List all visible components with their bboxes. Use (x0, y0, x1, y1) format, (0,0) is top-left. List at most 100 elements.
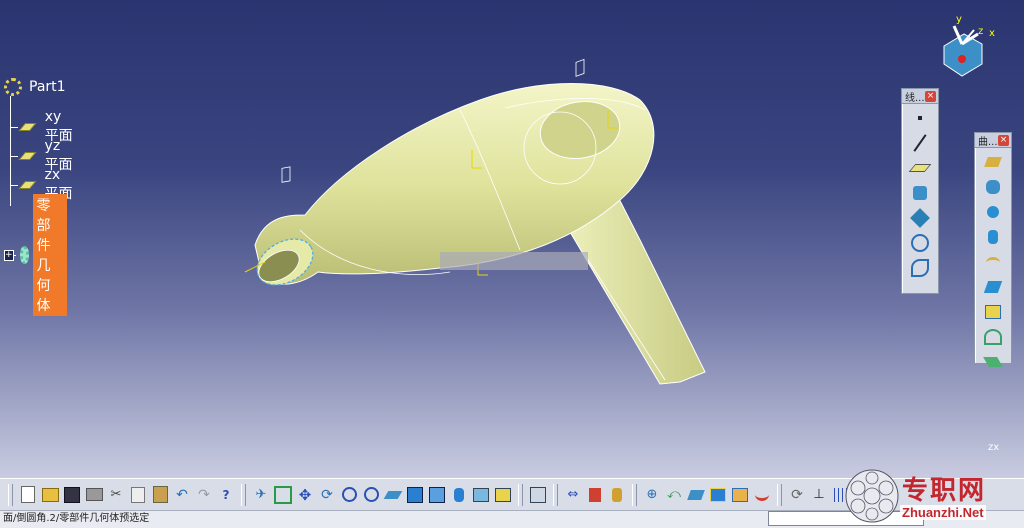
tree-item-part-body[interactable]: + 零部件几何体 (4, 194, 67, 316)
fly-mode-button[interactable]: ✈ (251, 485, 271, 505)
help-button[interactable]: ? (216, 485, 236, 505)
extrude-surface-button[interactable] (982, 151, 1004, 173)
paste-button[interactable] (150, 485, 170, 505)
iso-view-button[interactable] (427, 485, 447, 505)
new-file-button[interactable] (18, 485, 38, 505)
tree-branch (10, 155, 19, 157)
measure-between-button[interactable]: ⇔ (563, 485, 583, 505)
toolbar-grip[interactable] (777, 483, 782, 506)
scan-button[interactable] (528, 485, 548, 505)
circle-tool-button[interactable] (909, 232, 931, 254)
scissors-icon: ✂ (110, 487, 122, 502)
new-file-icon (21, 486, 35, 503)
zoom-out-button[interactable] (361, 485, 381, 505)
tree-branch (10, 126, 19, 128)
toolbar-title: 线... (905, 92, 925, 104)
hide-show-button[interactable] (471, 485, 491, 505)
undo-icon: ↶ (176, 486, 188, 503)
compass-widget[interactable]: y z x (934, 14, 1004, 84)
offset-surface-button[interactable] (982, 251, 1004, 273)
swap-space-icon (495, 487, 511, 502)
inertia-button[interactable] (607, 485, 627, 505)
update-button[interactable]: ⟳ (787, 485, 807, 505)
status-message: 面/倒圆角.2/零部件几何体预选定 (3, 513, 150, 524)
intersection-tool-button[interactable] (909, 207, 931, 229)
scan-icon (530, 486, 546, 503)
close-icon[interactable]: × (925, 90, 936, 102)
plane-tool-button[interactable] (908, 157, 932, 179)
toolbar-grip[interactable] (241, 483, 246, 506)
trim-button[interactable]: ⤺ (664, 485, 684, 505)
swap-space-button[interactable] (493, 485, 513, 505)
boundary-button[interactable] (708, 485, 728, 505)
fill-surface-button[interactable] (982, 301, 1004, 323)
tree-root[interactable]: Part1 (4, 78, 69, 96)
toolbar-grip[interactable] (8, 483, 13, 506)
compass-z-label: z (978, 26, 984, 37)
cylinder-surface-button[interactable] (982, 226, 1004, 248)
print-button[interactable] (84, 485, 104, 505)
undo-button[interactable]: ↶ (172, 485, 192, 505)
fillet-button[interactable] (752, 485, 772, 505)
toolbar-header[interactable]: 线... × (902, 89, 938, 104)
line-tool-button[interactable] (909, 132, 931, 154)
surfaces-toolbar[interactable]: 曲... × (974, 132, 1012, 367)
line-icon (913, 134, 927, 152)
printer-icon (85, 488, 103, 501)
rotate-icon: ⟳ (321, 486, 333, 503)
sphere-surface-button[interactable] (982, 201, 1004, 223)
blend-icon (983, 357, 1003, 367)
hair-dryer-model[interactable] (0, 0, 1024, 478)
axis-system-button[interactable]: ⊥ (809, 485, 829, 505)
inertia-icon (612, 487, 622, 502)
help-icon: ? (222, 487, 230, 502)
update-icon: ⟳ (791, 486, 803, 503)
split-button[interactable] (686, 485, 706, 505)
iso-view-icon (429, 486, 445, 503)
view-axis-indicator: zx (988, 442, 999, 453)
blend-surface-button[interactable] (982, 351, 1004, 373)
extract-icon (732, 487, 748, 502)
projection-tool-button[interactable] (909, 182, 931, 204)
tree-item-label[interactable]: 零部件几何体 (33, 194, 67, 316)
sweep-surface-button[interactable] (982, 276, 1004, 298)
save-button[interactable] (62, 485, 82, 505)
normal-view-button[interactable] (383, 485, 403, 505)
close-icon[interactable]: × (998, 134, 1009, 146)
extract-button[interactable] (730, 485, 750, 505)
toolbar-title: 曲... (978, 136, 998, 148)
zoom-in-button[interactable] (339, 485, 359, 505)
watermark-text-cn: 专职网 (902, 476, 987, 506)
save-icon (64, 486, 80, 503)
revolve-surface-button[interactable] (982, 176, 1004, 198)
tree-root-label[interactable]: Part1 (26, 78, 69, 96)
fit-all-button[interactable] (273, 485, 293, 505)
pan-button[interactable]: ✥ (295, 485, 315, 505)
toolbar-grip[interactable] (518, 483, 523, 506)
measure-item-button[interactable] (585, 485, 605, 505)
toolbar-header[interactable]: 曲... × (975, 133, 1011, 148)
multisection-surface-button[interactable] (982, 326, 1004, 348)
expand-icon[interactable]: + (4, 249, 14, 261)
multi-view-button[interactable] (405, 485, 425, 505)
spline-tool-button[interactable] (909, 257, 931, 279)
zoom-out-icon (363, 487, 379, 502)
3d-viewport[interactable]: Part1 xy 平面 yz 平面 zx 平面 + 零部件几何体 (0, 0, 1024, 478)
plane-tool-icon (908, 164, 932, 172)
join-button[interactable]: ⊕ (642, 485, 662, 505)
body-gear-icon (19, 246, 30, 264)
fly-icon: ✈ (255, 487, 267, 502)
copy-button[interactable] (128, 485, 148, 505)
redo-button[interactable]: ↷ (194, 485, 214, 505)
open-file-button[interactable] (40, 485, 60, 505)
wireframe-toolbar[interactable]: 线... × (901, 88, 939, 294)
toolbar-grip[interactable] (553, 483, 558, 506)
split-icon (687, 489, 705, 500)
rotate-button[interactable]: ⟳ (317, 485, 337, 505)
toolbar-grip[interactable] (632, 483, 637, 506)
point-tool-button[interactable] (909, 107, 931, 129)
measure-item-icon (589, 487, 601, 502)
shading-button[interactable] (449, 485, 469, 505)
sweep-icon (983, 281, 1003, 293)
cut-button[interactable]: ✂ (106, 485, 126, 505)
